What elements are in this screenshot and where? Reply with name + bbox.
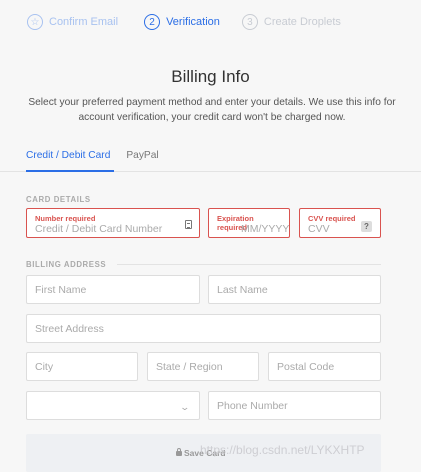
page-title: Billing Info (171, 67, 250, 86)
postal-placeholder: Postal Code (277, 360, 335, 373)
card-number-error: Number required (35, 214, 96, 223)
section-divider (117, 264, 381, 265)
first-name-placeholder: First Name (35, 283, 87, 296)
cvv-field[interactable]: CVV required CVV ? (299, 208, 381, 238)
cvv-error: CVV required (308, 214, 356, 223)
billing-address-heading: BILLING ADDRESS (26, 260, 107, 269)
expiration-placeholder: MM/YYYY (241, 223, 290, 235)
watermark: https://blog.csdn.net/LYKXHTP (200, 443, 365, 457)
state-input[interactable]: State / Region (147, 352, 259, 381)
first-name-input[interactable]: First Name (26, 275, 200, 304)
payment-tabs: Credit / Debit Card PayPal (26, 150, 175, 161)
step-number: 3 (241, 14, 258, 30)
step-confirm-email: ☆ Confirm Email (27, 14, 118, 30)
city-input[interactable]: City (26, 352, 138, 381)
tab-paypal[interactable]: PayPal (126, 150, 158, 161)
lock-icon (176, 448, 182, 456)
card-details-heading: CARD DETAILS (26, 195, 91, 204)
tab-credit-card[interactable]: Credit / Debit Card (26, 150, 110, 161)
phone-input[interactable]: Phone Number (208, 391, 381, 420)
postal-code-input[interactable]: Postal Code (268, 352, 381, 381)
phone-placeholder: Phone Number (217, 399, 288, 412)
country-select[interactable]: ⌄ (26, 391, 200, 420)
step-label: Create Droplets (263, 16, 341, 28)
help-icon[interactable]: ? (361, 221, 372, 232)
step-number: 2 (144, 14, 161, 30)
chevron-down-icon: ⌄ (179, 402, 191, 412)
steps-bar: ☆ Confirm Email 2 Verification 3 Create … (0, 0, 421, 44)
city-placeholder: City (35, 360, 54, 373)
step-create-droplets: 3 Create Droplets (241, 14, 341, 30)
step-label: Confirm Email (49, 16, 119, 28)
last-name-placeholder: Last Name (217, 283, 268, 296)
card-icon (185, 220, 192, 229)
active-tab-indicator (26, 170, 114, 172)
card-number-placeholder: Credit / Debit Card Number (35, 223, 163, 235)
page-subtitle: Select your preferred payment method and… (28, 97, 396, 123)
expiration-field[interactable]: Expiration required MM/YYYY (208, 208, 290, 238)
step-verification: 2 Verification (144, 14, 220, 30)
step-label: Verification (166, 16, 220, 28)
card-number-field[interactable]: Number required Credit / Debit Card Numb… (26, 208, 200, 238)
star-icon: ☆ (27, 14, 43, 30)
street-address-input[interactable]: Street Address (26, 314, 381, 343)
street-placeholder: Street Address (35, 322, 104, 335)
state-placeholder: State / Region (156, 360, 223, 373)
last-name-input[interactable]: Last Name (208, 275, 381, 304)
cvv-placeholder: CVV (308, 223, 330, 235)
